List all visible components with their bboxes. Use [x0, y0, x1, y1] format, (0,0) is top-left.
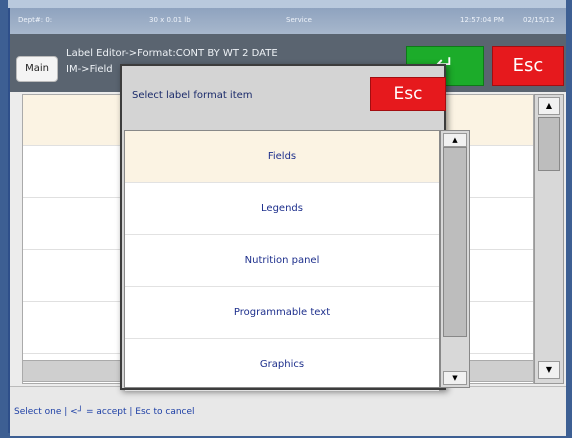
scroll-down-icon[interactable]: ▼: [538, 361, 560, 379]
status-mode: Service: [286, 16, 312, 24]
scale-screen: Dept#: 0: 30 x 0.01 lb Service 12:57:04 …: [10, 8, 566, 436]
format-item-list: Fields Legends Nutrition panel Programma…: [124, 130, 440, 391]
escape-button[interactable]: Esc: [492, 46, 564, 86]
dialog-scrollbar[interactable]: ▲ ▼: [440, 130, 470, 388]
scroll-down-icon[interactable]: ▼: [443, 371, 467, 385]
window-frame-left: [0, 0, 8, 438]
scroll-thumb[interactable]: [538, 117, 560, 171]
status-dept: Dept#: 0:: [18, 16, 53, 24]
scroll-thumb[interactable]: [443, 147, 467, 337]
list-item-programmable-text[interactable]: Programmable text: [125, 287, 439, 339]
list-item-nutrition-panel[interactable]: Nutrition panel: [125, 235, 439, 287]
select-format-item-dialog: Select label format item Esc Fields Lege…: [120, 64, 470, 391]
status-weight: 30 x 0.01 lb: [149, 16, 191, 24]
scroll-up-icon[interactable]: ▲: [538, 97, 560, 115]
window-frame-top: [0, 0, 572, 8]
dialog-escape-button[interactable]: Esc: [370, 77, 446, 111]
list-item-fields[interactable]: Fields: [125, 131, 439, 183]
footer-hint: Select one | <┘ = accept | Esc to cancel: [14, 407, 195, 417]
breadcrumb-line-2: IM->Field: [66, 64, 113, 75]
list-item-legends[interactable]: Legends: [125, 183, 439, 235]
status-bar: Dept#: 0: 30 x 0.01 lb Service 12:57:04 …: [10, 8, 566, 34]
list-item-graphics[interactable]: Graphics: [125, 339, 439, 391]
footer-bar: Select one | <┘ = accept | Esc to cancel: [10, 386, 566, 436]
dialog-title: Select label format item: [132, 90, 253, 101]
window-frame-right: [566, 0, 572, 438]
background-scrollbar[interactable]: ▲ ▼: [534, 94, 564, 384]
status-time: 12:57:04 PM: [460, 16, 504, 24]
breadcrumb-line-1: Label Editor->Format:CONT BY WT 2 DATE: [66, 48, 278, 59]
main-button[interactable]: Main: [16, 56, 58, 82]
status-date: 02/15/12: [523, 16, 555, 24]
scroll-up-icon[interactable]: ▲: [443, 133, 467, 147]
